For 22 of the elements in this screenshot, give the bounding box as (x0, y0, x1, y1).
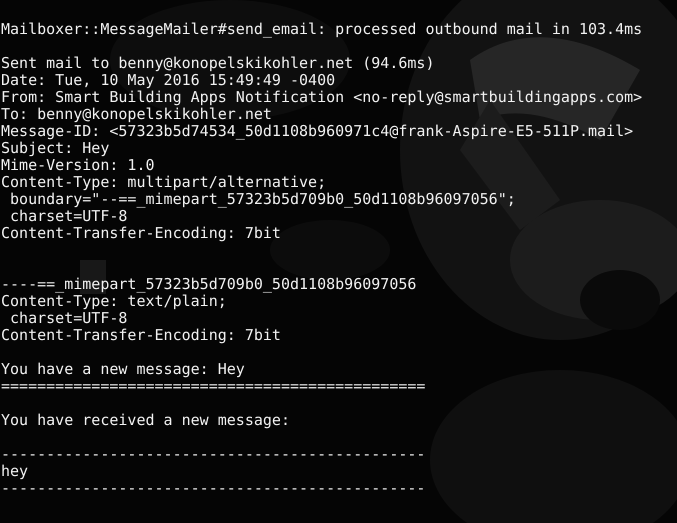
output-line: Message-ID: <57323b5d74534_50d1108b960971c4@frank-Aspire-E5-511P.mail> (0, 123, 634, 140)
output-line: charset=UTF-8 (10, 310, 128, 327)
output-line: Content-Type: text/plain; (0, 293, 227, 310)
output-line: charset=UTF-8 (9, 208, 128, 225)
output-line: =============================================== (0, 378, 426, 395)
output-line: hey (0, 463, 28, 480)
output-line: To: benny@konopelskikohler.net (0, 106, 272, 123)
output-line: Sent mail to benny@konopelskikohler.net (94.6ms) (0, 55, 434, 72)
output-line: Content-Type: multipart/alternative; (0, 174, 326, 191)
output-line: boundary="--==_mimepart_57323b5d709b0_50d1108b96097056"; (10, 191, 516, 208)
output-line: ----==_mimepart_57323b5d709b0_50d1108b96097056 (0, 276, 416, 293)
output-line: You have received a new message: (0, 412, 290, 429)
output-line: ----------------------------------------------- (0, 480, 426, 497)
output-line: Subject: Hey (0, 140, 110, 157)
output-line: From: Smart Building Apps Notification <no-reply@smartbuildingapps.com> (0, 89, 642, 106)
output-line: Date: Tue, 10 May 2016 15:49:49 -0400 (0, 72, 336, 89)
output-line: Content-Transfer-Encoding: 7bit (0, 225, 281, 242)
output-line: ----------------------------------------------- (0, 446, 426, 463)
output-line: Content-Transfer-Encoding: 7bit (0, 327, 281, 344)
output-line: You have a new message: Hey (0, 361, 245, 378)
output-line: Mailboxer::MessageMailer#send_email: processed outbound mail in 103.4ms (0, 21, 642, 38)
output-line: Mime-Version: 1.0 (0, 157, 155, 174)
